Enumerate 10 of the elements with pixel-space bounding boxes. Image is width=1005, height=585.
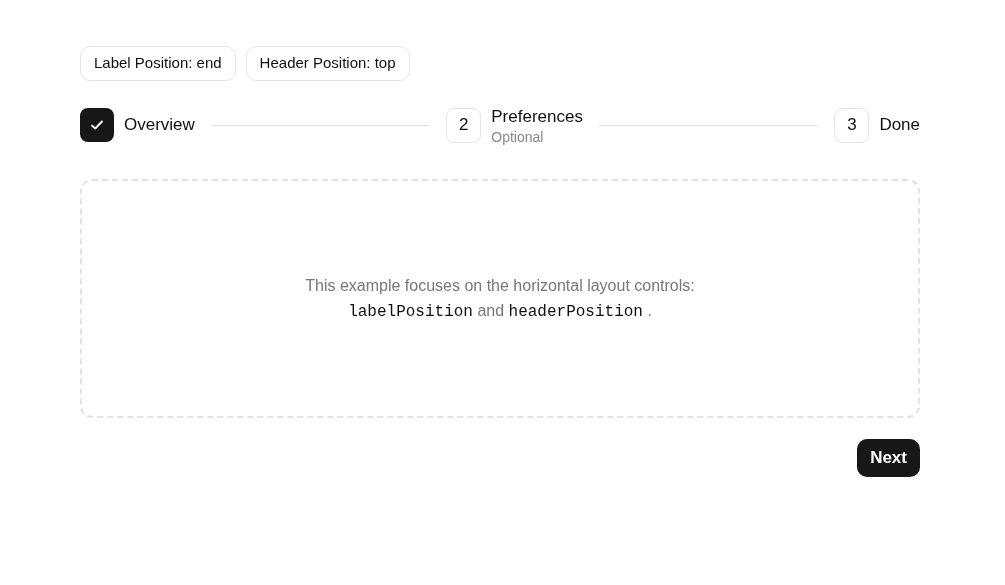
step-number: 3 [834,107,870,143]
step-number: 2 [446,107,482,143]
toggle-button[interactable]: Label Position: end [80,46,236,81]
next-button[interactable]: Next [857,439,920,477]
description: This example focuses on the horizontal layout controls: labelPosition and headerPosition . [304,275,696,323]
step-title: Preferences [491,106,583,128]
step-subtitle: Optional [491,128,545,146]
step-title: Overview [124,114,195,136]
step-title: Done [879,114,920,136]
toggle-button[interactable]: Header Position: top [245,46,410,81]
